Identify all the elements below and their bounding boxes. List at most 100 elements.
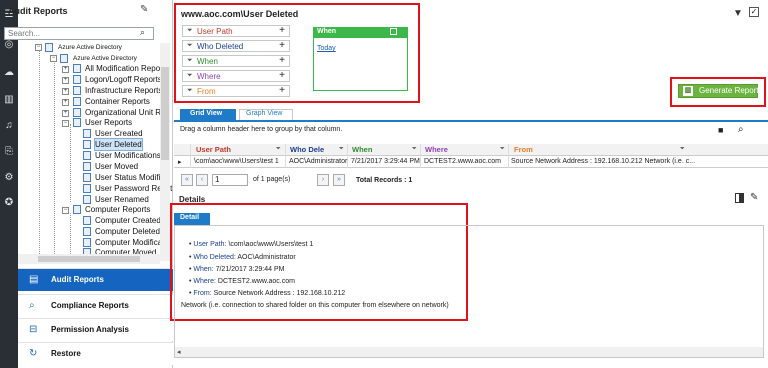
tree-title: Audit Reports	[8, 6, 68, 16]
column-divider	[285, 144, 286, 168]
tree-node[interactable]: User Created	[95, 128, 143, 139]
tree-node[interactable]: User Status Modifica	[95, 172, 169, 183]
target-icon[interactable]: ◎	[3, 39, 15, 51]
filter-icon[interactable]: ▼	[733, 8, 743, 19]
export-icon[interactable]: ⎘	[3, 146, 15, 158]
funnel-icon[interactable]: ⏷	[680, 146, 685, 153]
highlight-box	[174, 3, 420, 103]
folder-icon	[60, 54, 68, 63]
search-icon[interactable]: ⌕	[140, 27, 145, 38]
search-icon: ⌕	[29, 300, 35, 311]
nav-permission-analysis[interactable]: ⊟ Permission Analysis	[18, 318, 173, 341]
report-icon	[73, 118, 81, 127]
tree-node[interactable]: User Moved	[95, 161, 138, 172]
detail-line-continued: Network (i.e. connection to shared folde…	[181, 302, 449, 309]
report-icon	[83, 173, 91, 182]
tree-node[interactable]: Computer Created	[95, 215, 161, 226]
nav-compliance-reports[interactable]: ⌕ Compliance Reports	[18, 294, 173, 317]
tree-node[interactable]: User Modifications	[95, 150, 161, 161]
tree-node-selected[interactable]: User Deleted	[94, 138, 143, 151]
last-page-button[interactable]: »	[333, 174, 345, 186]
tree-guide-line	[70, 213, 71, 256]
first-page-button[interactable]: «	[181, 174, 193, 186]
column-header[interactable]: When	[352, 145, 372, 154]
cloud-icon[interactable]: ☁	[3, 67, 15, 79]
tree-node[interactable]: Computer Deleted	[95, 226, 160, 237]
detail-line: • User Path: \com\aoc\www\Users\test 1	[189, 241, 314, 248]
report-icon	[83, 140, 91, 149]
tab-label[interactable]: Graph View	[246, 110, 282, 117]
collapse-icon[interactable]: −	[62, 207, 69, 214]
restore-icon: ↻	[29, 348, 38, 359]
expand-icon[interactable]: +	[62, 77, 69, 84]
gear-icon[interactable]: ⚙	[3, 172, 15, 184]
expand-icon[interactable]: +	[62, 66, 69, 73]
page-count: of 1 page(s)	[253, 176, 291, 183]
report-icon	[83, 238, 91, 247]
tree-scroll-thumb[interactable]	[161, 67, 169, 160]
detail-line: • From: Source Network Address : 192.168…	[189, 290, 346, 297]
checkbox-icon[interactable]: ✓	[749, 7, 759, 17]
pin-icon[interactable]: ✎	[750, 192, 758, 203]
column-divider	[508, 144, 509, 168]
tree-node[interactable]: Infrastructure Reports	[85, 85, 162, 96]
nav-label: Restore	[51, 349, 81, 358]
report-icon	[73, 86, 81, 95]
next-page-button[interactable]: ›	[317, 174, 329, 186]
column-header[interactable]: User Path	[196, 145, 231, 154]
detail-hscrollbar[interactable]	[175, 347, 763, 357]
tree-node[interactable]: Azure Active Directory	[58, 42, 122, 53]
collapse-icon[interactable]: −	[62, 120, 69, 127]
save-icon[interactable]: ■	[718, 125, 723, 135]
funnel-icon[interactable]: ⏷	[339, 146, 344, 153]
collapse-icon[interactable]: −	[50, 55, 57, 62]
column-divider	[190, 144, 191, 168]
collapse-icon[interactable]: −	[35, 44, 42, 51]
panel-layout-icon[interactable]	[735, 193, 744, 203]
nav-audit-reports[interactable]: ▤ Audit Reports	[18, 268, 173, 291]
page-number-input[interactable]: 1	[212, 174, 248, 186]
row-indicator-icon: ▸	[178, 159, 182, 166]
funnel-icon[interactable]: ⏷	[412, 146, 417, 153]
tree-hscroll-thumb[interactable]	[38, 256, 140, 262]
detail-tab-label[interactable]: Detail	[180, 214, 199, 221]
nav-restore[interactable]: ↻ Restore	[18, 342, 173, 365]
chart-icon[interactable]: ▥	[3, 94, 15, 106]
folder-icon	[45, 43, 53, 52]
tree-node[interactable]: Computer Reports	[85, 204, 150, 215]
grid-header	[174, 144, 768, 156]
tree-search-input[interactable]	[4, 27, 154, 40]
award-icon[interactable]: ✪	[3, 197, 15, 209]
column-header[interactable]: From	[514, 145, 533, 154]
funnel-icon[interactable]: ⏷	[500, 146, 505, 153]
expand-icon[interactable]: +	[62, 88, 69, 95]
highlight-box	[670, 77, 766, 107]
tree-node[interactable]: Logon/Logoff Reports	[85, 74, 162, 85]
nav-label: Compliance Reports	[51, 301, 129, 310]
detail-line: • Who Deleted: AOC\Administrator	[189, 254, 296, 261]
details-label: Details	[179, 195, 206, 204]
pin-icon[interactable]: ✎	[140, 4, 148, 15]
tree-node[interactable]: Container Reports	[85, 96, 150, 107]
permission-icon: ⊟	[29, 324, 38, 335]
column-header[interactable]: Who Dele	[290, 145, 324, 154]
search-icon[interactable]: ⌕	[738, 124, 744, 135]
funnel-icon[interactable]: ⏷	[276, 146, 281, 153]
report-icon	[83, 184, 91, 193]
tree-node[interactable]: All Modification Reports	[85, 63, 169, 74]
prev-page-button[interactable]: ‹	[196, 174, 208, 186]
expand-icon[interactable]: +	[62, 110, 69, 117]
cell-where: DCTEST2.www.aoc.com	[424, 158, 502, 165]
tree-node[interactable]: User Reports	[85, 117, 132, 128]
tab-label[interactable]: Grid View	[190, 110, 222, 117]
column-header[interactable]: Where	[425, 145, 448, 154]
cell-user-path: \com\aoc\www\Users\test 1	[194, 158, 279, 165]
scroll-left-icon[interactable]: ◂	[177, 348, 181, 356]
bell-icon[interactable]: ♫	[3, 120, 15, 132]
cell-from: Source Network Address : 192.168.10.212 …	[511, 158, 696, 165]
expand-icon[interactable]: +	[62, 99, 69, 106]
nav-label: Audit Reports	[51, 275, 104, 284]
icon-rail: ☰ ◎ ☁ ▥ ♫ ⎘ ⚙ ✪	[0, 0, 18, 368]
report-icon	[83, 162, 91, 171]
tree-guide-line	[54, 59, 55, 256]
